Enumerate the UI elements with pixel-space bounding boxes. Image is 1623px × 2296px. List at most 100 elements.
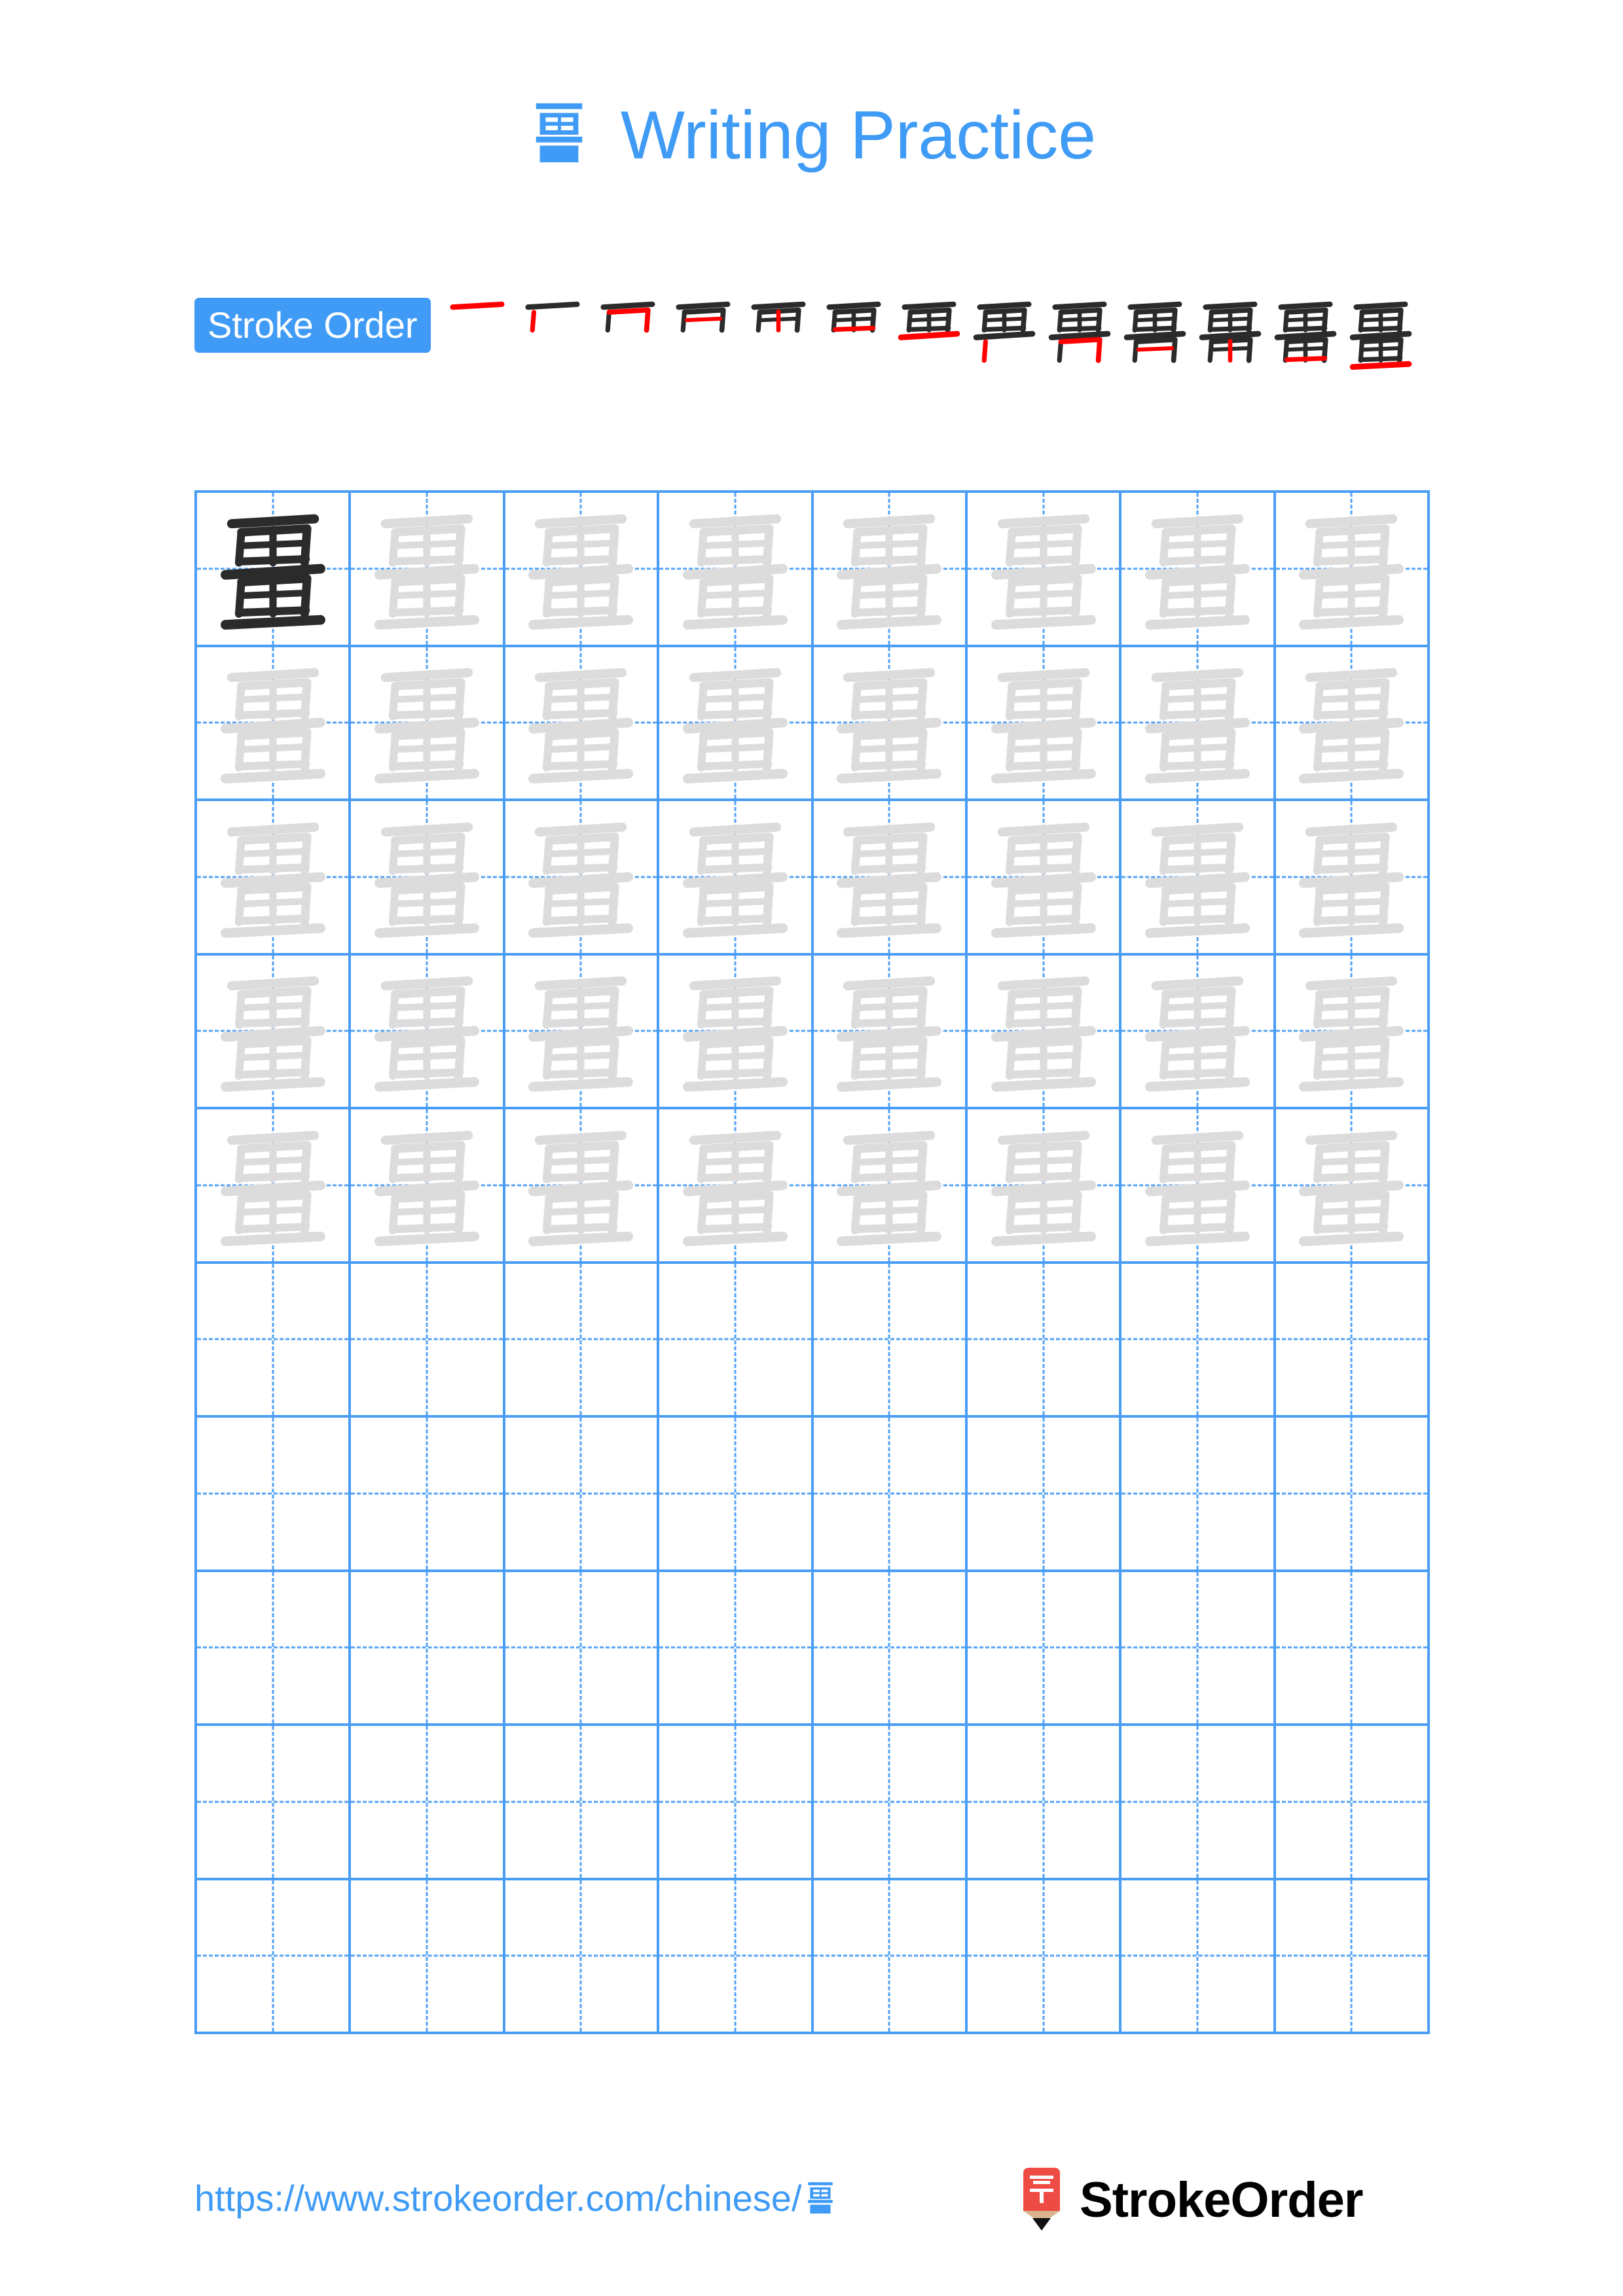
practice-cell[interactable]	[351, 955, 505, 1109]
footer-url-character-glyph	[803, 2179, 837, 2214]
practice-cell[interactable]	[351, 1880, 505, 2034]
practice-cell[interactable]	[659, 647, 814, 801]
practice-cell[interactable]	[813, 1726, 968, 1880]
cell-vertical-guide	[888, 1263, 890, 1415]
practice-cell[interactable]	[351, 801, 505, 956]
practice-cell[interactable]	[505, 1571, 660, 1726]
practice-cell[interactable]	[197, 955, 352, 1109]
trace-character	[1137, 662, 1258, 784]
practice-cell[interactable]	[351, 1418, 505, 1572]
practice-cell[interactable]	[967, 1418, 1122, 1572]
practice-cell[interactable]	[197, 1880, 352, 2034]
practice-cell[interactable]	[197, 801, 352, 956]
practice-cell[interactable]	[1122, 493, 1276, 647]
cell-horizontal-guide	[1122, 1338, 1273, 1340]
practice-cell[interactable]	[813, 1109, 968, 1264]
practice-cell[interactable]	[351, 1109, 505, 1264]
practice-cell[interactable]	[505, 1880, 660, 2034]
trace-character	[520, 662, 642, 784]
cell-horizontal-guide	[967, 1954, 1120, 1957]
practice-cell[interactable]	[1122, 801, 1276, 956]
practice-cell[interactable]	[813, 493, 968, 647]
practice-cell[interactable]	[1275, 1109, 1430, 1264]
practice-cell[interactable]	[1275, 1880, 1430, 2034]
practice-cell[interactable]	[1275, 493, 1430, 647]
practice-cell[interactable]	[659, 493, 814, 647]
practice-cell[interactable]	[351, 1263, 505, 1418]
practice-cell[interactable]	[1275, 955, 1430, 1109]
practice-cell[interactable]	[505, 647, 660, 801]
practice-cell[interactable]	[197, 1726, 352, 1880]
practice-cell[interactable]	[967, 955, 1122, 1109]
practice-cell[interactable]	[197, 1571, 352, 1726]
practice-cell[interactable]	[967, 801, 1122, 956]
practice-cell[interactable]	[967, 1263, 1122, 1418]
practice-cell[interactable]	[505, 1263, 660, 1418]
practice-cell[interactable]	[1275, 1263, 1430, 1418]
practice-cell[interactable]	[1122, 647, 1276, 801]
practice-cell[interactable]	[813, 1571, 968, 1726]
trace-character	[983, 816, 1104, 938]
practice-cell[interactable]	[197, 493, 352, 647]
practice-cell[interactable]	[1122, 955, 1276, 1109]
practice-cell[interactable]	[197, 647, 352, 801]
practice-cell[interactable]	[1275, 1418, 1430, 1572]
practice-cell[interactable]	[813, 955, 968, 1109]
practice-cell[interactable]	[659, 1263, 814, 1418]
practice-cell[interactable]	[967, 1880, 1122, 2034]
practice-cell[interactable]	[659, 1418, 814, 1572]
practice-cell[interactable]	[659, 955, 814, 1109]
practice-cell[interactable]	[505, 955, 660, 1109]
practice-cell[interactable]	[1122, 1263, 1276, 1418]
practice-cell[interactable]	[659, 1880, 814, 2034]
practice-cell[interactable]	[967, 1109, 1122, 1264]
practice-cell[interactable]	[967, 1571, 1122, 1726]
cell-vertical-guide	[1196, 1726, 1199, 1878]
practice-cell[interactable]	[197, 1263, 352, 1418]
practice-cell[interactable]	[1122, 1726, 1276, 1880]
practice-cell[interactable]	[813, 1880, 968, 2034]
trace-character	[828, 970, 950, 1092]
stroke-step-6	[818, 298, 890, 370]
cell-vertical-guide	[426, 1263, 428, 1415]
practice-cell[interactable]	[1122, 1880, 1276, 2034]
practice-cell[interactable]	[197, 1418, 352, 1572]
cell-vertical-guide	[734, 1418, 737, 1570]
practice-cell[interactable]	[967, 1726, 1122, 1880]
cell-horizontal-guide	[505, 1801, 657, 1803]
practice-cell[interactable]	[813, 801, 968, 956]
practice-cell[interactable]	[505, 1726, 660, 1880]
practice-cell[interactable]	[197, 1109, 352, 1264]
cell-vertical-guide	[1196, 1880, 1199, 2032]
practice-cell[interactable]	[1275, 1726, 1430, 1880]
practice-cell[interactable]	[967, 647, 1122, 801]
stroke-step-2	[517, 298, 589, 370]
practice-cell[interactable]	[659, 1109, 814, 1264]
practice-cell[interactable]	[1122, 1418, 1276, 1572]
practice-cell[interactable]	[659, 801, 814, 956]
page-title-text: Writing Practice	[620, 98, 1097, 173]
practice-cell[interactable]	[351, 493, 505, 647]
practice-cell[interactable]	[505, 1418, 660, 1572]
practice-cell[interactable]	[659, 1571, 814, 1726]
practice-cell[interactable]	[505, 1109, 660, 1264]
footer-url[interactable]: https://www.strokeorder.com/chinese/	[194, 2179, 837, 2217]
practice-cell[interactable]	[967, 493, 1122, 647]
practice-cell[interactable]	[813, 647, 968, 801]
practice-cell[interactable]	[351, 647, 505, 801]
practice-cell[interactable]	[659, 1726, 814, 1880]
practice-cell[interactable]	[813, 1263, 968, 1418]
practice-cell[interactable]	[1122, 1571, 1276, 1726]
brand-logo[interactable]: StrokeOrder	[1018, 2166, 1363, 2234]
practice-cell[interactable]	[505, 801, 660, 956]
practice-cell[interactable]	[351, 1726, 505, 1880]
practice-cell[interactable]	[1275, 1571, 1430, 1726]
trace-character	[983, 970, 1104, 1092]
practice-cell[interactable]	[1275, 647, 1430, 801]
practice-cell[interactable]	[813, 1418, 968, 1572]
stroke-step-3	[592, 298, 664, 370]
practice-cell[interactable]	[1275, 801, 1430, 956]
practice-cell[interactable]	[505, 493, 660, 647]
practice-cell[interactable]	[351, 1571, 505, 1726]
practice-cell[interactable]	[1122, 1109, 1276, 1264]
